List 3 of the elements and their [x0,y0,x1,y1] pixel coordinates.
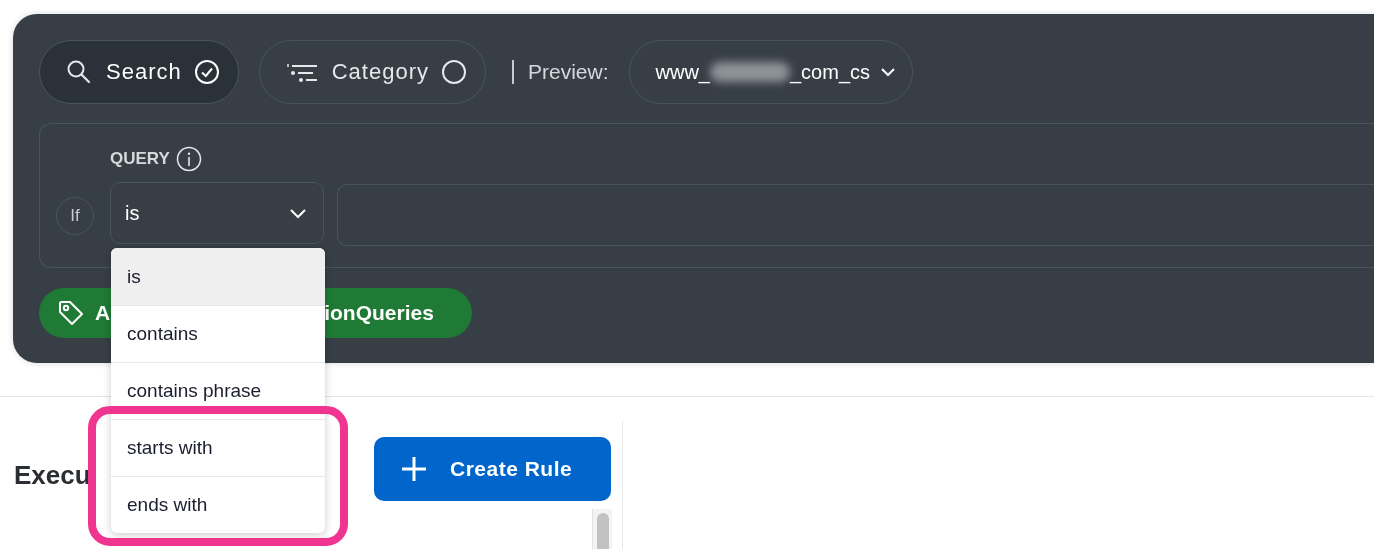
query-label: QUERY [110,149,170,169]
section-heading: Execu [14,460,92,491]
preview-label: Preview: [528,60,609,84]
